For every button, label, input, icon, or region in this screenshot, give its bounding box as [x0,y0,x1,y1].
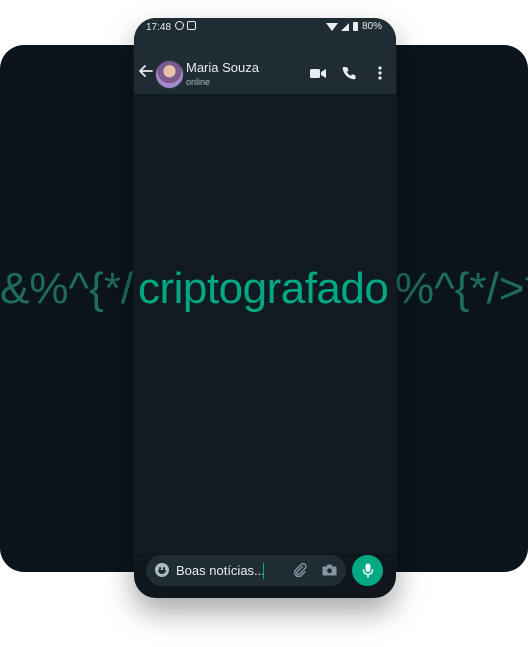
message-composer [146,555,346,586]
microphone-icon [362,563,373,578]
notification-icons [175,21,199,33]
chat-area [134,94,396,554]
phone-icon[interactable] [342,66,356,80]
system-indicators: 80% [325,21,382,32]
message-input[interactable] [176,562,296,579]
status-time: 17:48 [146,22,172,33]
contact-status: online [186,77,211,87]
encrypted-word: criptografado [138,264,389,313]
mic-button[interactable] [352,555,383,586]
video-camera-icon[interactable] [310,68,326,79]
battery-percentage: 80% [361,21,382,32]
scrambled-text-right: %^{*/>*& [395,264,528,313]
arrow-left-icon[interactable] [138,63,154,79]
text-cursor [263,563,264,579]
battery-icon [352,22,358,31]
signal-icon [340,22,349,31]
camera-icon[interactable] [322,564,337,576]
whatsapp-notification-icon [175,21,184,30]
more-vertical-icon[interactable] [378,66,382,80]
contact-name[interactable]: Maria Souza [186,60,259,75]
status-bar: 17:48 80% [134,18,396,36]
scrambled-text-left: &%^{*/ [0,264,134,313]
wifi-icon [325,22,338,31]
emoji-icon[interactable] [155,563,169,577]
instagram-notification-icon [187,21,196,30]
chat-header: Maria Souza online [134,36,396,94]
avatar[interactable] [155,60,184,89]
paperclip-icon[interactable] [293,563,307,577]
